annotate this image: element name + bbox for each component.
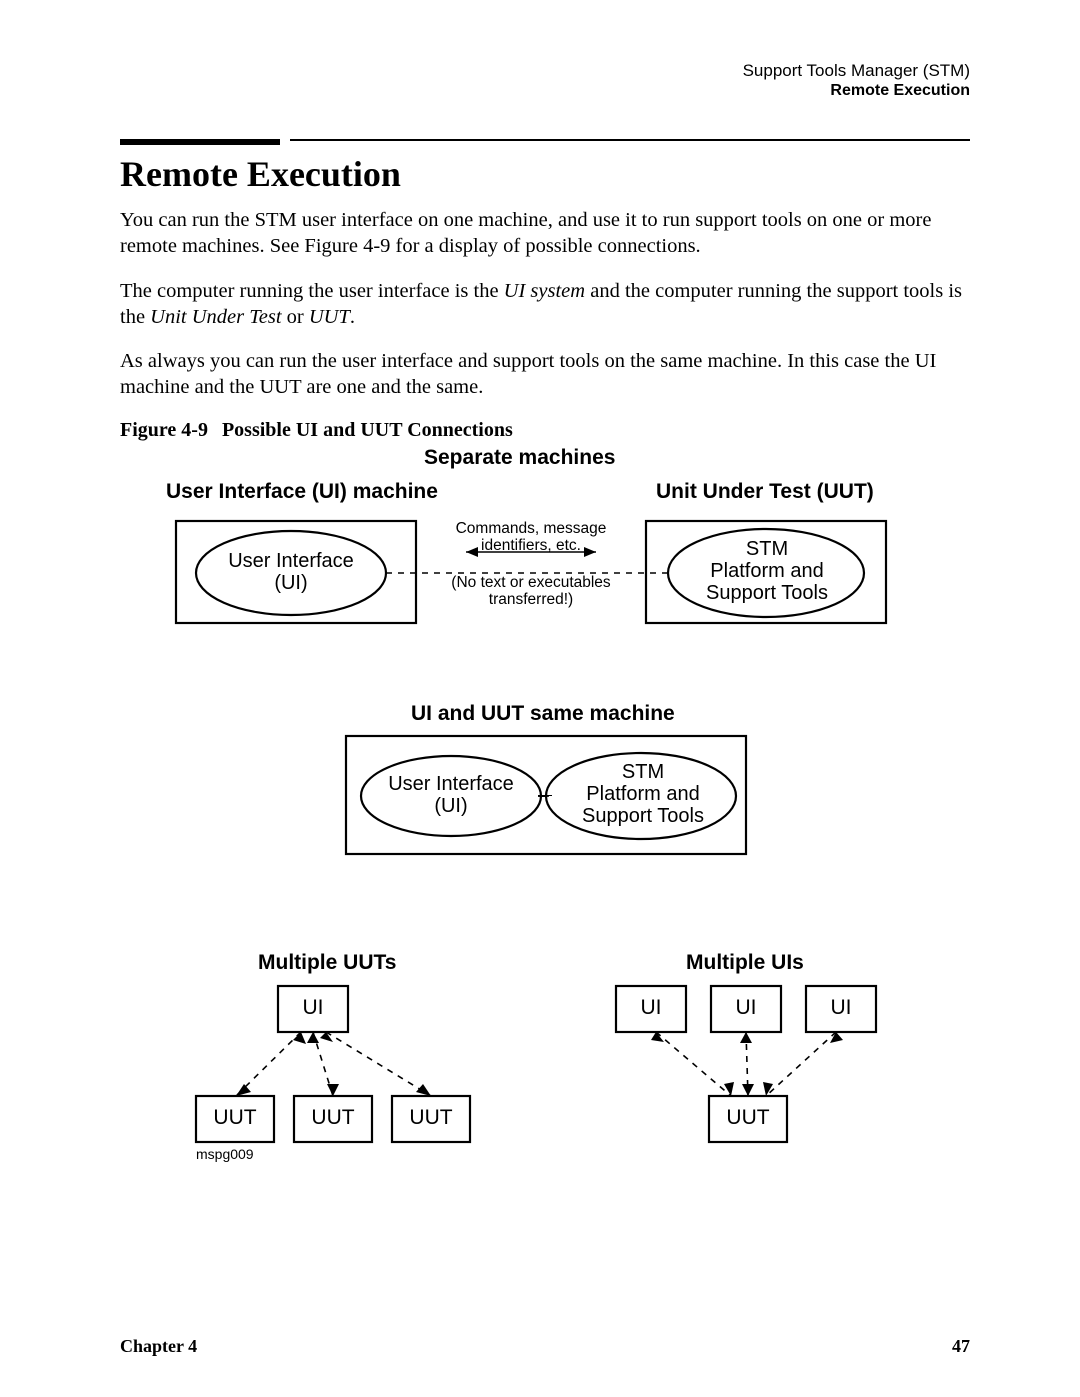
- figure-title: Possible UI and UUT Connections: [222, 419, 513, 441]
- ui-box-2: UI: [616, 996, 686, 1020]
- paragraph-3: As always you can run the user interface…: [120, 348, 970, 400]
- header-line-2: Remote Execution: [120, 81, 970, 101]
- separate-machines-label: Separate machines: [424, 446, 615, 470]
- multiple-uis-label: Multiple UIs: [686, 951, 804, 975]
- ui-box-4: UI: [806, 996, 876, 1020]
- same-machine-label: UI and UUT same machine: [411, 702, 675, 726]
- connection-note-top: Commands, messageidentifiers, etc.: [446, 520, 616, 556]
- page-footer: Chapter 4 47: [120, 1336, 970, 1357]
- uut-box-2: UUT: [294, 1106, 372, 1130]
- ui-box-1: UI: [278, 996, 348, 1020]
- ui-machine-label: User Interface (UI) machine: [166, 480, 438, 504]
- diagram: Separate machines User Interface (UI) ma…: [166, 446, 926, 1216]
- page-header: Support Tools Manager (STM) Remote Execu…: [120, 60, 970, 101]
- image-id: mspg009: [196, 1146, 254, 1162]
- uut-box-4: UUT: [709, 1106, 787, 1130]
- figure-number: Figure 4-9: [120, 419, 208, 441]
- paragraph-2: The computer running the user interface …: [120, 278, 970, 330]
- section-title: Remote Execution: [120, 153, 970, 195]
- stm-ellipse-1: STMPlatform andSupport Tools: [702, 538, 832, 604]
- footer-chapter: Chapter 4: [120, 1336, 197, 1357]
- uut-box-1: UUT: [196, 1106, 274, 1130]
- section-rule: [120, 139, 970, 145]
- paragraph-1: You can run the STM user interface on on…: [120, 207, 970, 259]
- header-line-1: Support Tools Manager (STM): [120, 60, 970, 81]
- uut-box-3: UUT: [392, 1106, 470, 1130]
- ui-box-3: UI: [711, 996, 781, 1020]
- ui-ellipse-1: User Interface(UI): [226, 550, 356, 594]
- connection-note-bottom: (No text or executablestransferred!): [446, 574, 616, 610]
- footer-page: 47: [952, 1336, 970, 1357]
- multiple-uuts-label: Multiple UUTs: [258, 951, 396, 975]
- figure-caption: Figure 4-9 Possible UI and UUT Connection…: [120, 419, 970, 442]
- ui-ellipse-2: User Interface(UI): [386, 773, 516, 817]
- uut-machine-label: Unit Under Test (UUT): [656, 480, 874, 504]
- stm-ellipse-2: STMPlatform andSupport Tools: [578, 761, 708, 827]
